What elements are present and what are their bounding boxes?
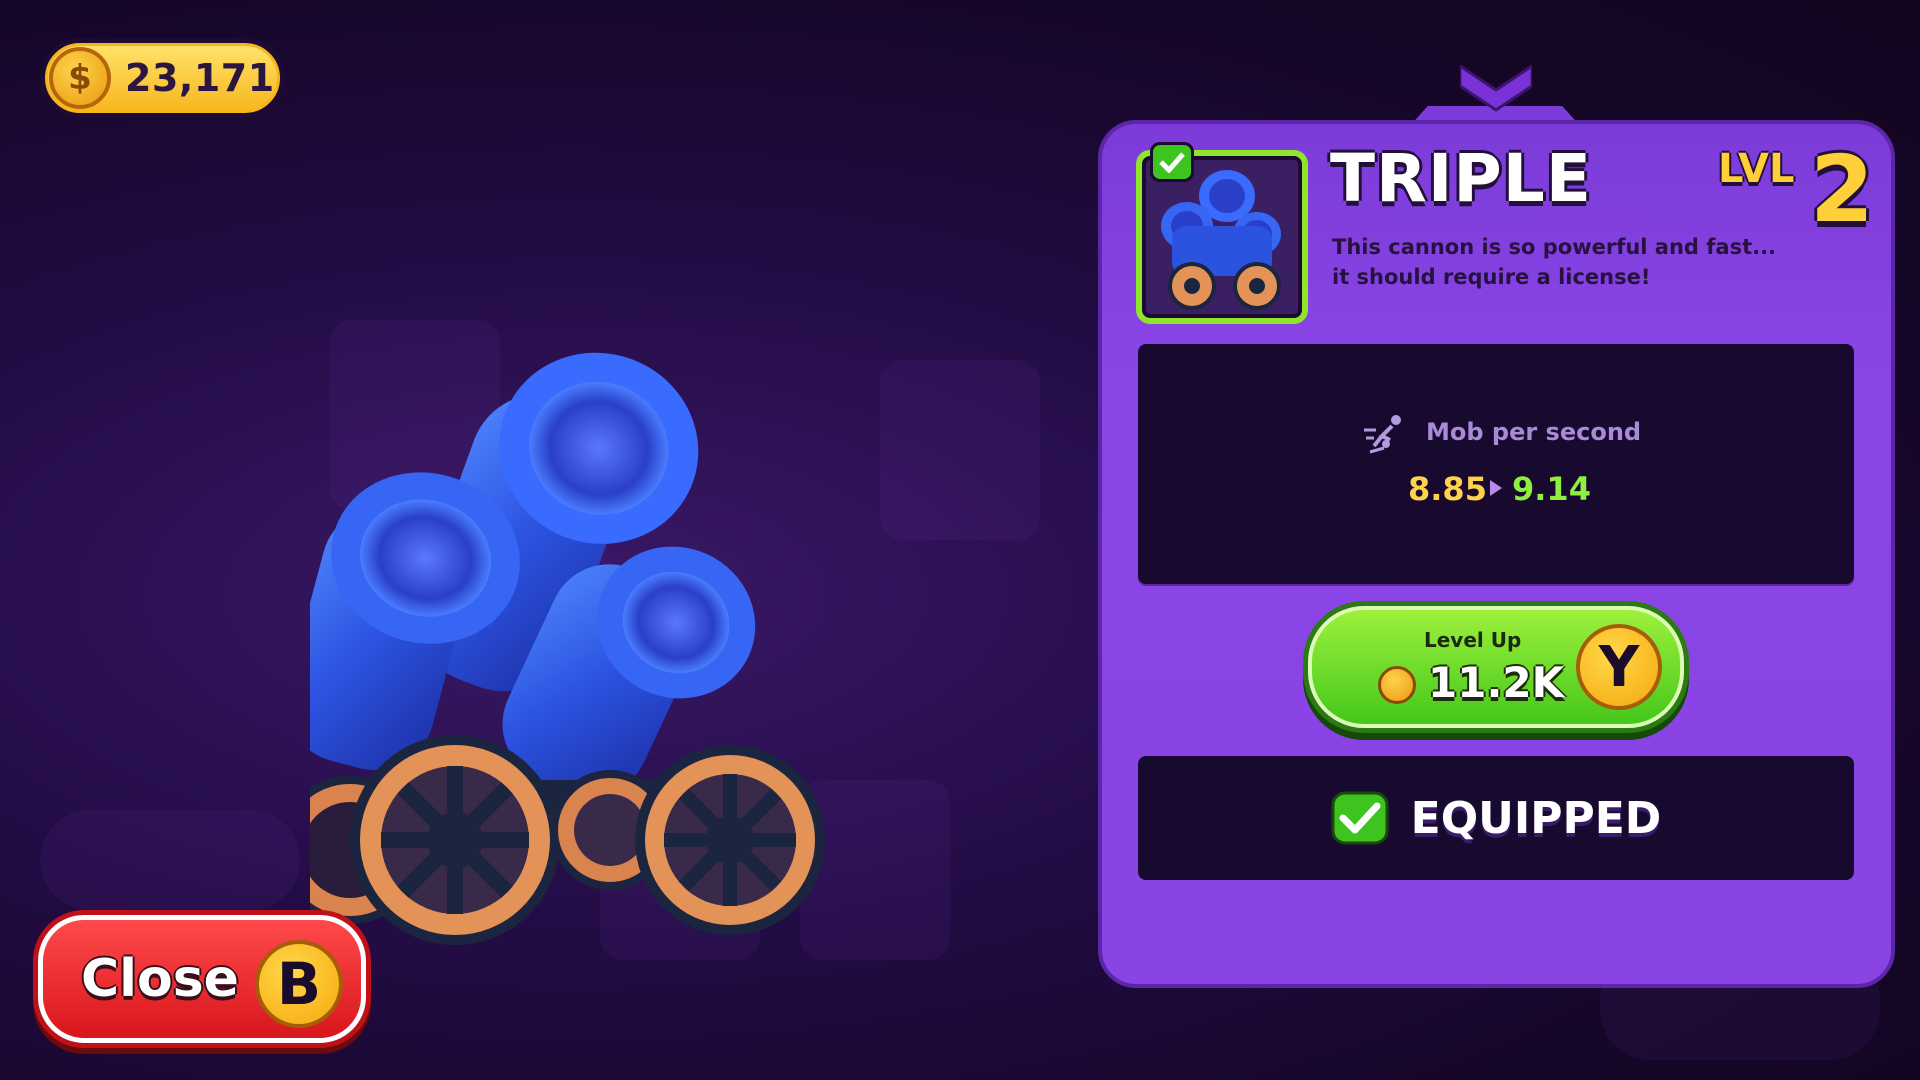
level-number: 2 <box>1810 136 1875 243</box>
stat-label: Mob per second <box>1426 418 1642 446</box>
level-up-title: Level Up <box>1424 628 1522 652</box>
coin-balance-value: 23,171 <box>125 56 275 100</box>
close-button-label: Close <box>81 949 239 1009</box>
stat-current-value: 8.85 <box>1408 470 1487 508</box>
item-description: This cannon is so powerful and fast... i… <box>1332 235 1777 289</box>
level-up-button[interactable]: Level Up 11.2K Y <box>1308 606 1684 728</box>
level-label: LVL <box>1718 146 1795 192</box>
equipped-status: EQUIPPED <box>1138 756 1854 880</box>
stat-next-value: 9.14 <box>1512 470 1591 508</box>
close-button[interactable]: Close B <box>38 915 366 1043</box>
background-card <box>880 360 1040 540</box>
y-key-icon: Y <box>1576 624 1662 710</box>
check-icon <box>1331 791 1389 845</box>
b-key-icon: B <box>255 940 343 1028</box>
mob-speed-icon <box>1364 415 1401 454</box>
level-up-price: 11.2K <box>1428 658 1565 707</box>
cannon-illustration <box>310 352 825 945</box>
equipped-label: EQUIPPED <box>1410 792 1662 844</box>
coin-icon <box>1378 666 1416 704</box>
owned-check-icon <box>1150 142 1194 182</box>
stat-panel <box>1138 344 1854 584</box>
background-card <box>40 810 300 910</box>
coin-icon: $ <box>49 47 111 109</box>
chevron-down-icon <box>1460 64 1532 112</box>
coin-balance: $ 23,171 <box>40 38 285 118</box>
stat-arrow-icon <box>1490 480 1502 496</box>
item-name: TRIPLE <box>1330 140 1592 217</box>
